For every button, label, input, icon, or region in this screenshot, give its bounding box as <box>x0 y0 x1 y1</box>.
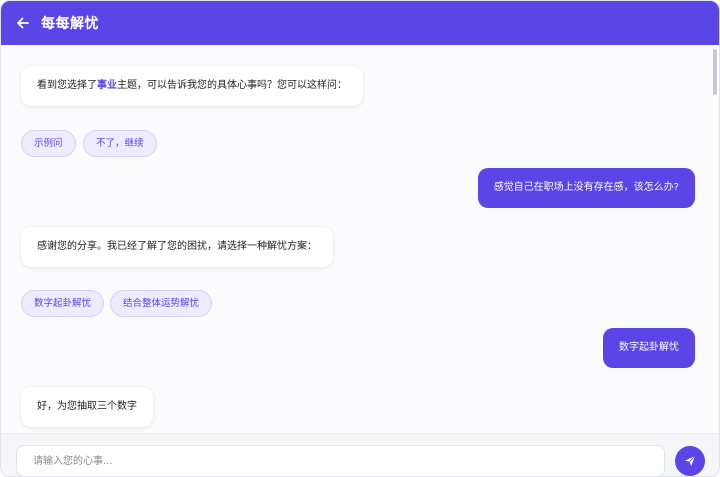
send-button[interactable] <box>675 446 705 476</box>
message-input[interactable] <box>16 445 665 476</box>
chip-example-question[interactable]: 示例问 <box>21 130 76 157</box>
user-message: 数字起卦解忧 <box>603 328 695 368</box>
bot-message: 感谢您的分享。我已经了解了您的困扰，请选择一种解忧方案： <box>21 227 333 267</box>
user-message: 感觉自己在职场上没有存在感，该怎么办? <box>477 168 695 208</box>
topic-highlight: 事业 <box>97 80 117 91</box>
chat-app: 每每解忧 看到您选择了事业主题，可以告诉我您的具体心事吗？您可以这样问： 示例问… <box>0 0 720 477</box>
app-header: 每每解忧 <box>1 1 719 45</box>
back-arrow-icon[interactable] <box>15 15 31 31</box>
page-title: 每每解忧 <box>41 16 99 32</box>
chip-overall-fortune[interactable]: 结合整体运势解忧 <box>110 290 213 317</box>
message-list[interactable]: 看到您选择了事业主题，可以告诉我您的具体心事吗？您可以这样问： 示例问 不了，继… <box>1 45 713 433</box>
bot-message: 看到您选择了事业主题，可以告诉我您的具体心事吗？您可以这样问： <box>21 66 363 106</box>
bot-message: 好，为您抽取三个数字 <box>21 387 153 427</box>
send-icon <box>685 455 696 466</box>
bot-message-text: 主题，可以告诉我您的具体心事吗？您可以这样问： <box>117 80 347 91</box>
chip-no-continue[interactable]: 不了，继续 <box>83 130 157 157</box>
chip-number-divination[interactable]: 数字起卦解忧 <box>21 290 105 317</box>
composer <box>1 433 719 476</box>
chat-scrollbar[interactable] <box>713 49 717 95</box>
bot-message-text: 看到您选择了 <box>37 80 97 91</box>
